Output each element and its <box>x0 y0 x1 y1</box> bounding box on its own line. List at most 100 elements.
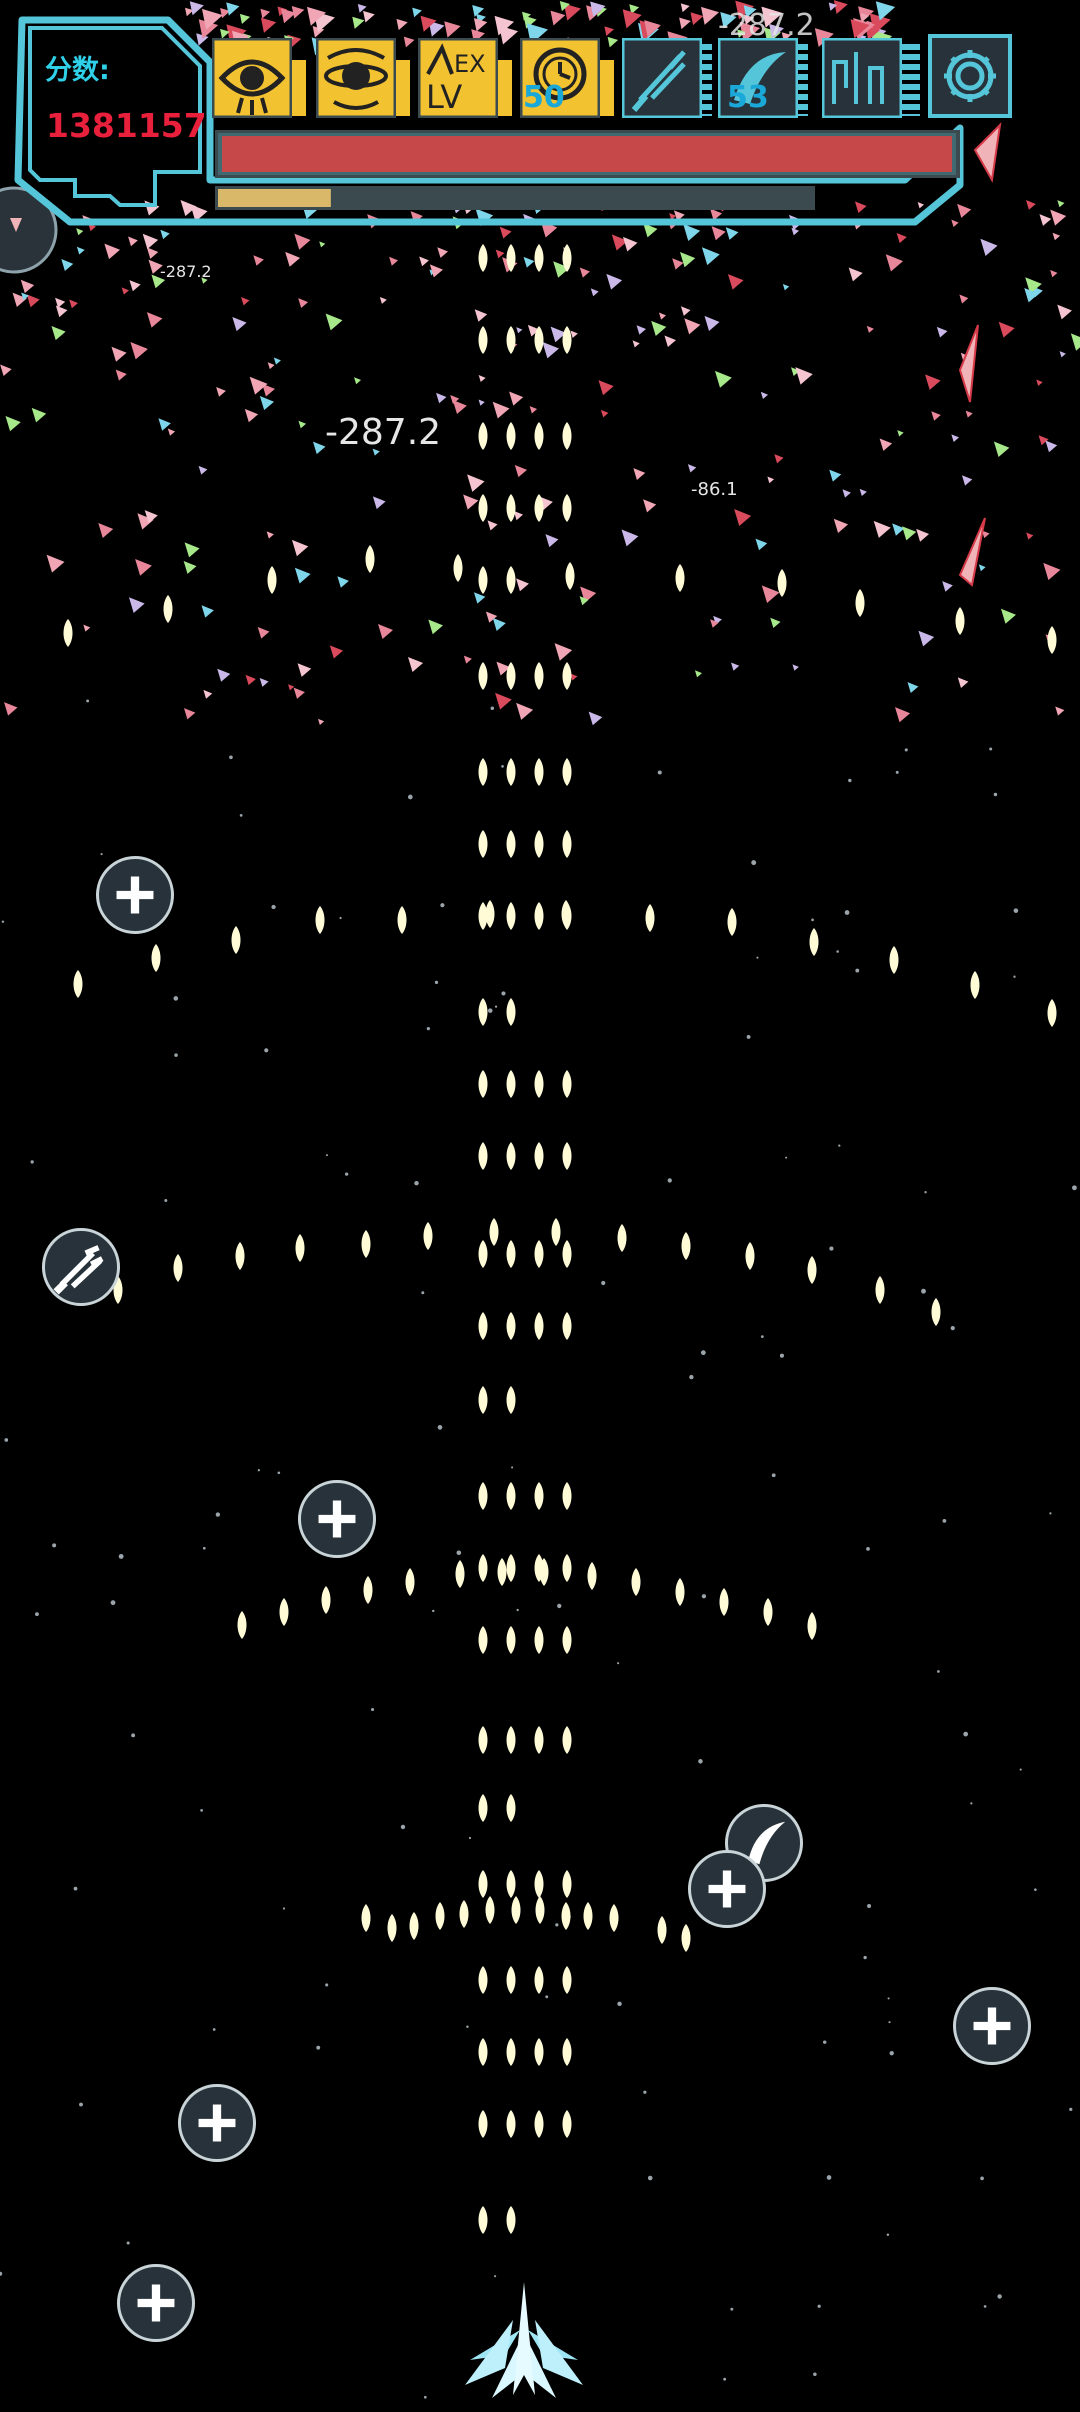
ex-level-button[interactable]: EX LV <box>417 37 499 119</box>
sword-upgrade-icon <box>53 1245 104 1295</box>
star <box>700 1350 706 1356</box>
star <box>200 1809 203 1812</box>
star <box>555 1923 559 1927</box>
star <box>79 2102 83 2107</box>
star <box>400 1824 406 1830</box>
star <box>1013 908 1019 913</box>
health-pickup[interactable] <box>178 2084 256 2162</box>
star <box>730 2307 734 2311</box>
star <box>1013 975 1016 978</box>
star <box>257 1469 260 1472</box>
star <box>164 1198 168 1202</box>
star <box>466 2025 469 2029</box>
star <box>456 1550 462 1556</box>
star <box>701 1594 707 1599</box>
star <box>173 996 179 1001</box>
weapon-count: 53 <box>727 80 769 115</box>
star <box>779 1353 784 1358</box>
planet-skill-button[interactable] <box>315 37 397 119</box>
star <box>421 1291 425 1295</box>
skill-separator <box>396 60 410 116</box>
star <box>838 1144 841 1147</box>
plus-icon <box>137 2284 175 2322</box>
star <box>689 1374 694 1380</box>
star <box>86 699 90 703</box>
star <box>771 1473 776 1478</box>
star <box>344 1172 349 1176</box>
star <box>557 1603 562 1609</box>
star <box>426 1027 430 1031</box>
star <box>1069 2107 1073 2112</box>
weapon-separator <box>902 44 920 116</box>
score-label: 分数: <box>45 55 110 86</box>
star <box>895 770 899 774</box>
eye-skill-button[interactable] <box>211 37 293 119</box>
star <box>844 910 850 915</box>
game-field <box>0 0 1080 2412</box>
star <box>1 920 5 923</box>
star <box>836 950 839 953</box>
star <box>904 748 908 752</box>
star <box>848 778 852 783</box>
star <box>215 1512 221 1517</box>
star <box>229 755 233 760</box>
energy-bar <box>218 189 331 207</box>
skill-count: 50 <box>523 80 565 115</box>
circuit-weapon-button[interactable] <box>821 37 903 119</box>
health-pickup[interactable] <box>688 1850 766 1928</box>
star <box>487 1008 493 1013</box>
weapon-separator <box>798 44 808 116</box>
star <box>423 2395 427 2399</box>
star <box>264 1048 269 1053</box>
star <box>980 2176 984 2181</box>
ex-level-icon: EX LV <box>417 37 499 119</box>
star <box>174 1053 178 1057</box>
star <box>963 1731 969 1737</box>
star <box>432 1609 435 1613</box>
star <box>545 1995 549 1999</box>
star <box>723 2377 727 2381</box>
star <box>617 1662 620 1665</box>
star <box>863 1955 867 1960</box>
weapon-upgrade-pickup[interactable] <box>42 1228 120 1306</box>
weapon-separator <box>702 44 712 116</box>
damage-number: -287.2 <box>160 262 212 281</box>
svg-text:EX: EX <box>454 50 486 78</box>
star <box>817 2304 821 2308</box>
score-value: 1381157 <box>46 106 207 145</box>
star <box>131 1733 136 1738</box>
star <box>811 918 814 922</box>
star <box>501 765 504 768</box>
health-pickup[interactable] <box>298 1480 376 1558</box>
settings-button[interactable] <box>928 34 1012 118</box>
health-pickup[interactable] <box>96 856 174 934</box>
damage-number: -287.2 <box>718 8 815 43</box>
star <box>30 1160 34 1164</box>
star <box>494 1005 498 1008</box>
star <box>887 1997 890 2000</box>
plus-icon <box>318 1500 356 1538</box>
sword-weapon-button[interactable] <box>621 37 703 119</box>
skill-separator <box>498 60 512 116</box>
star <box>414 1180 419 1186</box>
star <box>126 2241 130 2245</box>
plus-icon <box>116 876 154 914</box>
star <box>601 1280 606 1286</box>
svg-text:LV: LV <box>426 78 462 116</box>
star <box>239 813 243 817</box>
health-pickup[interactable] <box>953 1987 1031 2065</box>
star <box>617 2001 622 2007</box>
star <box>202 1546 206 1550</box>
star <box>73 1886 78 1891</box>
star <box>888 2021 891 2024</box>
star <box>822 2040 827 2044</box>
star <box>760 1335 764 1339</box>
star <box>643 2090 647 2094</box>
star <box>937 1670 940 1673</box>
star <box>785 1156 788 1159</box>
star <box>490 706 495 711</box>
health-pickup[interactable] <box>117 2264 195 2342</box>
star <box>886 2233 890 2236</box>
star <box>408 794 413 800</box>
star <box>277 1471 281 1475</box>
